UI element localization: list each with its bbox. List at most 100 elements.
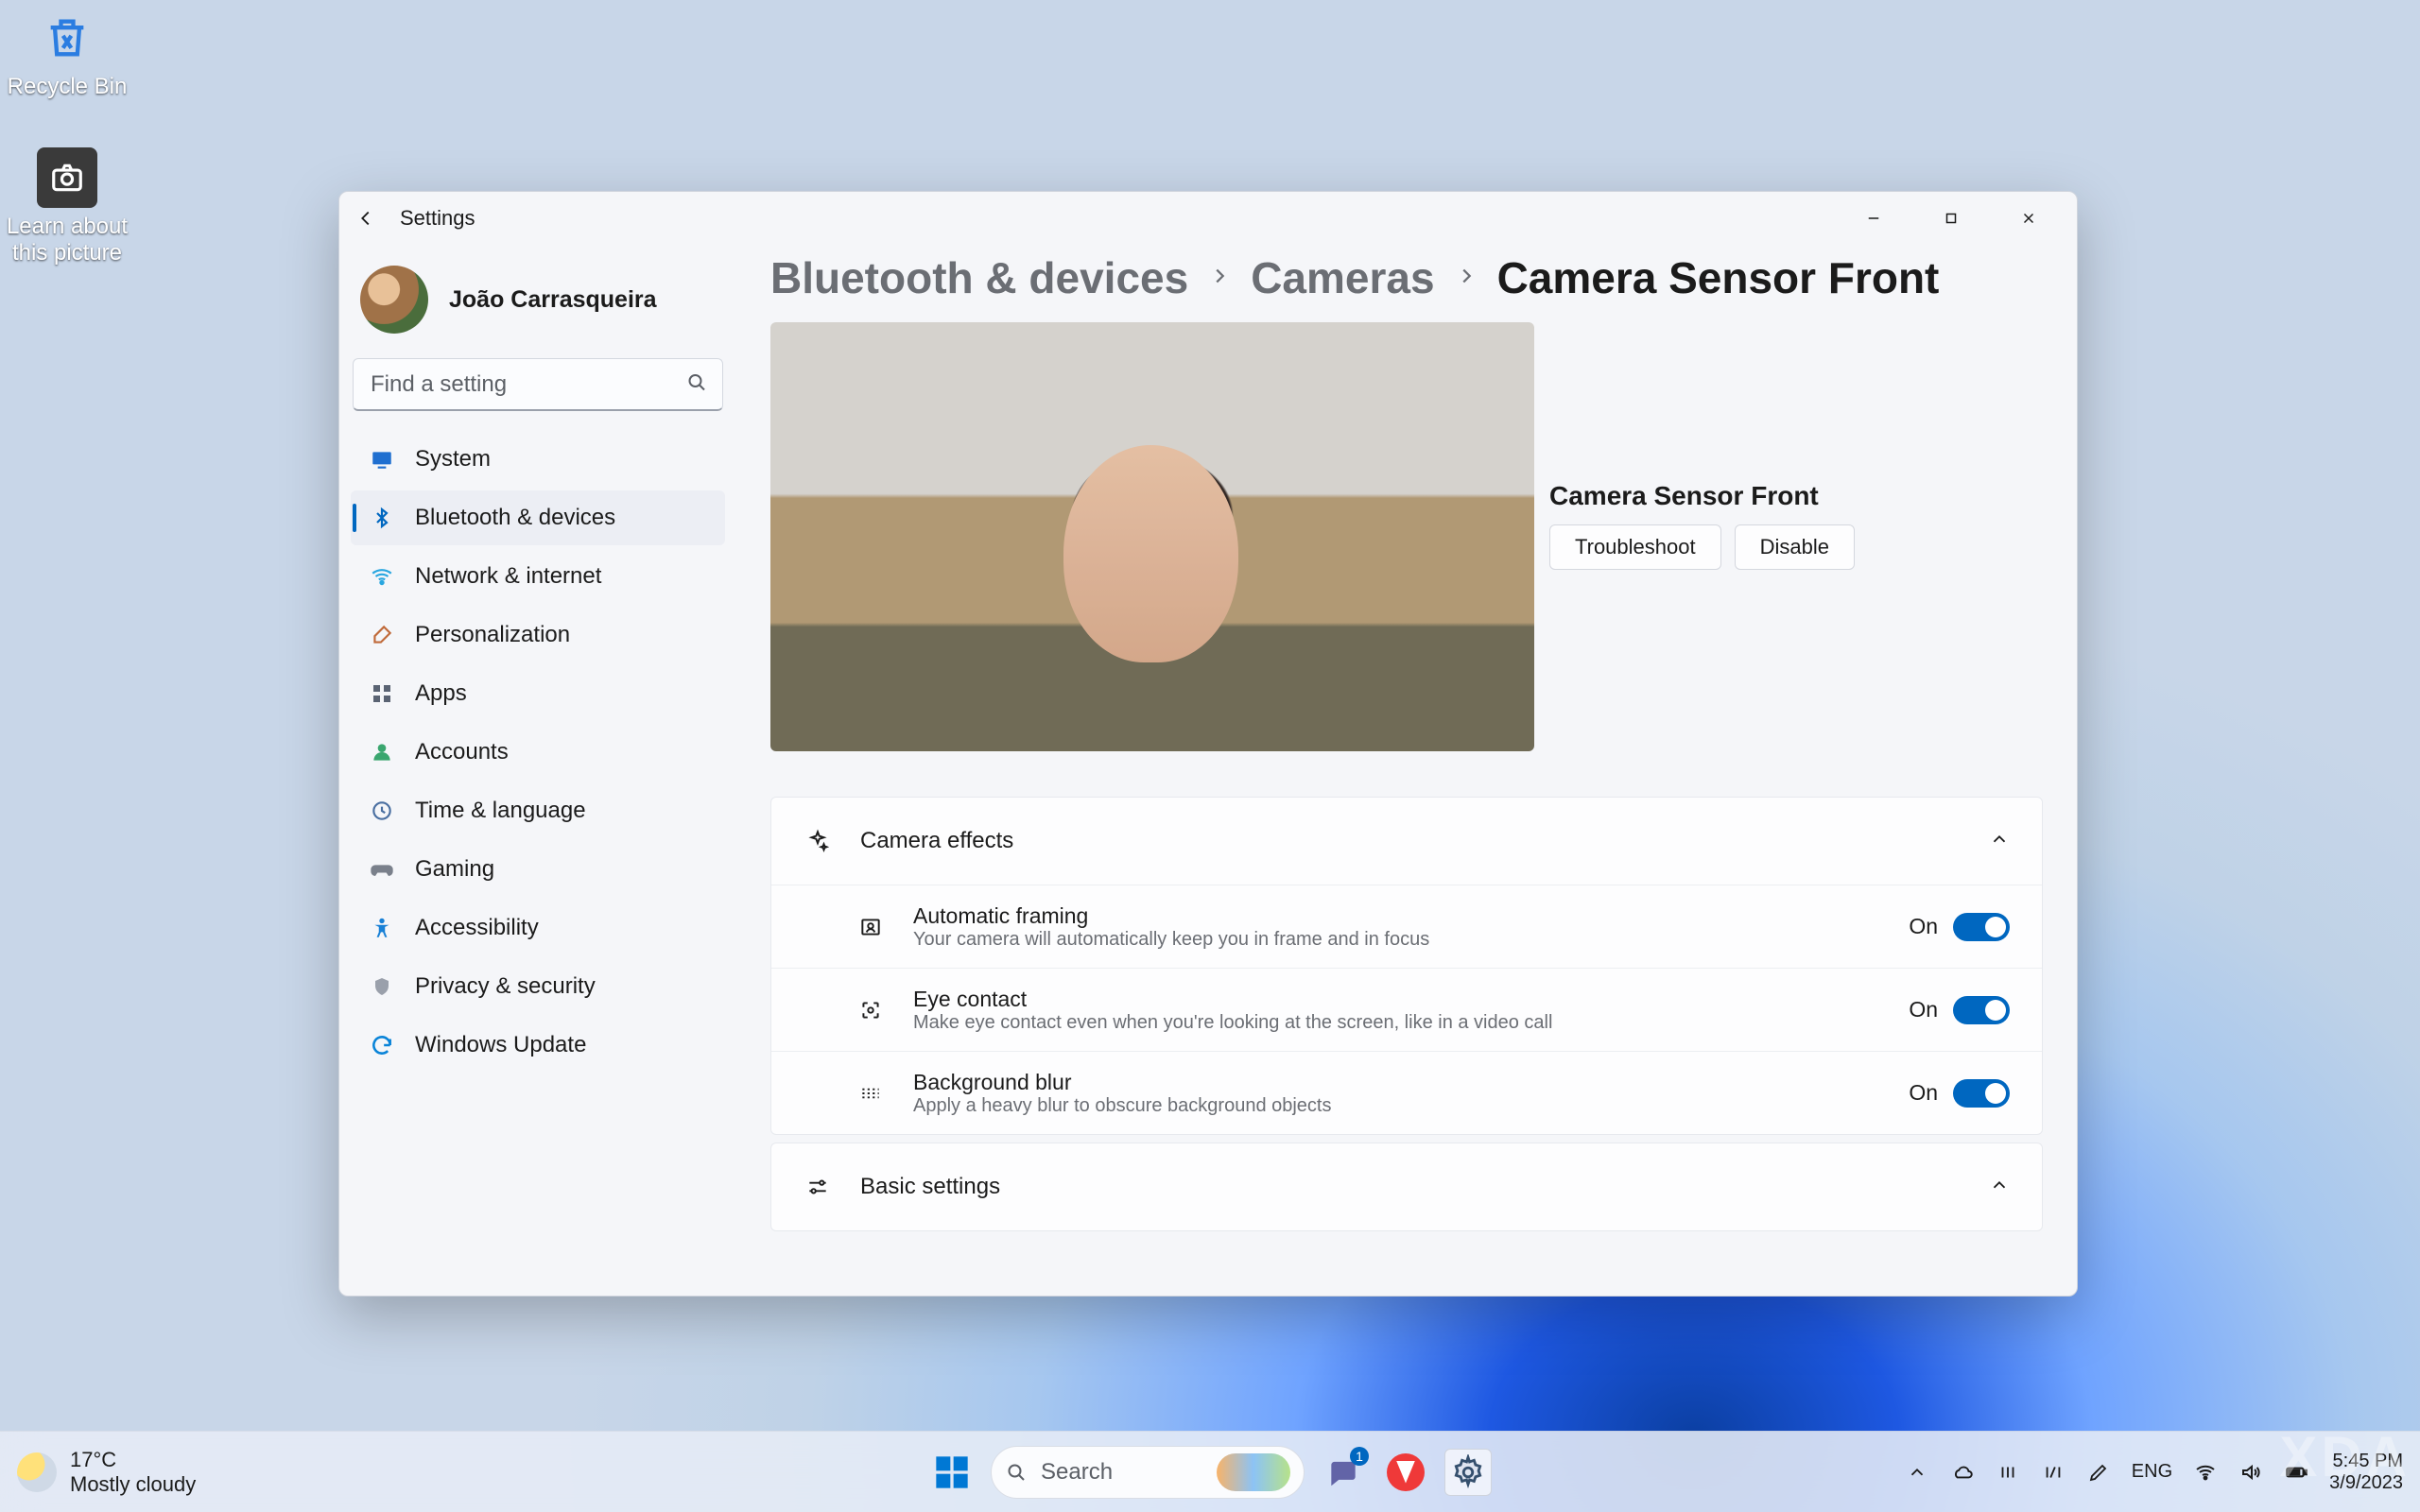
breadcrumb-current: Camera Sensor Front (1497, 252, 1940, 303)
sidebar-item-system[interactable]: System (351, 432, 725, 487)
tray-onedrive-icon[interactable] (1950, 1460, 1975, 1485)
vivaldi-icon (1387, 1453, 1425, 1491)
tray-wifi-icon[interactable] (2193, 1460, 2218, 1485)
search-highlight-icon (1217, 1453, 1290, 1491)
paintbrush-icon (368, 621, 396, 649)
profile[interactable]: João Carrasqueira (351, 258, 725, 354)
sidebar-item-label: Network & internet (415, 563, 601, 590)
taskbar-chat[interactable]: 1 (1320, 1449, 1367, 1496)
search-icon (685, 371, 708, 399)
camera-effects-header[interactable]: Camera effects (771, 798, 2042, 885)
eye-contact-toggle[interactable] (1953, 996, 2010, 1024)
taskbar-settings[interactable] (1444, 1449, 1492, 1496)
content: Bluetooth & devices Cameras Camera Senso… (736, 245, 2077, 1296)
tray-language[interactable]: ENG (2132, 1461, 2172, 1483)
troubleshoot-button[interactable]: Troubleshoot (1549, 524, 1721, 570)
taskbar: 17°C Mostly cloudy Search 1 (0, 1431, 2420, 1512)
setting-eye-contact: Eye contact Make eye contact even when y… (771, 968, 2042, 1051)
chevron-right-icon (1456, 266, 1477, 291)
desktop-icon-label: Learn about this picture (6, 214, 129, 266)
taskbar-search[interactable]: Search (991, 1446, 1305, 1499)
basic-settings-card: Basic settings (770, 1143, 2043, 1231)
desktop-icon-learn-picture[interactable]: Learn about this picture (6, 147, 129, 266)
toggle-state: On (1909, 914, 1938, 939)
card-title: Basic settings (860, 1174, 1000, 1200)
sidebar-item-network[interactable]: Network & internet (351, 549, 725, 604)
weather-widget[interactable]: 17°C Mostly cloudy (17, 1448, 196, 1496)
tray-volume-icon[interactable] (2238, 1460, 2263, 1485)
sliders-icon (804, 1173, 832, 1201)
desktop-icon-label: Recycle Bin (6, 74, 129, 100)
update-icon (368, 1031, 396, 1059)
chevron-right-icon (1209, 266, 1230, 291)
accounts-icon (368, 738, 396, 766)
setting-title: Eye contact (913, 987, 1552, 1012)
sidebar-item-label: Apps (415, 680, 467, 707)
bluetooth-icon (368, 504, 396, 532)
camera-preview (770, 322, 1534, 751)
profile-name: João Carrasqueira (449, 286, 657, 314)
sidebar-item-label: Accounts (415, 739, 509, 765)
sidebar-item-time-language[interactable]: Time & language (351, 783, 725, 838)
search-icon (1005, 1461, 1028, 1484)
chevron-up-icon (1989, 1175, 2010, 1200)
sidebar-item-label: Accessibility (415, 915, 539, 941)
maximize-button[interactable] (1912, 196, 1990, 241)
breadcrumb: Bluetooth & devices Cameras Camera Senso… (770, 252, 2043, 303)
tray-pen-icon[interactable] (2086, 1460, 2111, 1485)
sidebar-item-personalization[interactable]: Personalization (351, 608, 725, 662)
disable-button[interactable]: Disable (1735, 524, 1855, 570)
setting-desc: Make eye contact even when you're lookin… (913, 1012, 1552, 1034)
sidebar-item-label: Gaming (415, 856, 494, 883)
setting-automatic-framing: Automatic framing Your camera will autom… (771, 885, 2042, 968)
sidebar-item-label: System (415, 446, 491, 472)
apps-icon (368, 679, 396, 708)
camera-icon (37, 147, 97, 208)
sidebar-item-gaming[interactable]: Gaming (351, 842, 725, 897)
minimize-button[interactable] (1835, 196, 1912, 241)
gear-icon (1450, 1454, 1486, 1490)
search-input[interactable] (353, 358, 723, 411)
sidebar-item-accounts[interactable]: Accounts (351, 725, 725, 780)
sparkle-icon (804, 827, 832, 855)
setting-desc: Apply a heavy blur to obscure background… (913, 1095, 1332, 1117)
sidebar-item-label: Bluetooth & devices (415, 505, 615, 531)
setting-title: Background blur (913, 1070, 1332, 1095)
start-button[interactable] (928, 1449, 976, 1496)
shield-icon (368, 972, 396, 1001)
taskbar-vivaldi[interactable] (1382, 1449, 1429, 1496)
settings-window: Settings João Carrasqueira (338, 191, 2078, 1297)
sidebar-item-label: Personalization (415, 622, 570, 648)
sidebar-item-windows-update[interactable]: Windows Update (351, 1018, 725, 1073)
window-title: Settings (400, 206, 475, 231)
sidebar-item-label: Windows Update (415, 1032, 586, 1058)
sidebar-item-accessibility[interactable]: Accessibility (351, 901, 725, 955)
sidebar-item-privacy[interactable]: Privacy & security (351, 959, 725, 1014)
toggle-state: On (1909, 1080, 1938, 1106)
sidebar-item-apps[interactable]: Apps (351, 666, 725, 721)
tray-app-icon[interactable] (2041, 1460, 2066, 1485)
close-button[interactable] (1990, 196, 2067, 241)
basic-settings-header[interactable]: Basic settings (771, 1143, 2042, 1230)
setting-desc: Your camera will automatically keep you … (913, 929, 1429, 951)
tray-app-icon[interactable] (1996, 1460, 2020, 1485)
back-button[interactable] (349, 201, 383, 235)
sidebar-item-bluetooth-devices[interactable]: Bluetooth & devices (351, 490, 725, 545)
automatic-framing-toggle[interactable] (1953, 913, 2010, 941)
setting-background-blur: Background blur Apply a heavy blur to ob… (771, 1051, 2042, 1134)
sidebar-item-label: Time & language (415, 798, 586, 824)
breadcrumb-cameras[interactable]: Cameras (1251, 252, 1434, 303)
camera-name: Camera Sensor Front (1549, 481, 2043, 511)
system-icon (368, 445, 396, 473)
accessibility-icon (368, 914, 396, 942)
sidebar-item-label: Privacy & security (415, 973, 596, 1000)
background-blur-toggle[interactable] (1953, 1079, 2010, 1108)
camera-effects-card: Camera effects Automatic framing Your ca… (770, 797, 2043, 1135)
chat-badge: 1 (1350, 1447, 1369, 1466)
clock-icon (368, 797, 396, 825)
breadcrumb-bluetooth-devices[interactable]: Bluetooth & devices (770, 252, 1188, 303)
taskbar-search-label: Search (1041, 1459, 1113, 1486)
desktop-icon-recycle-bin[interactable]: Recycle Bin (6, 8, 129, 100)
framing-icon (856, 913, 885, 941)
tray-chevron-icon[interactable] (1905, 1460, 1929, 1485)
